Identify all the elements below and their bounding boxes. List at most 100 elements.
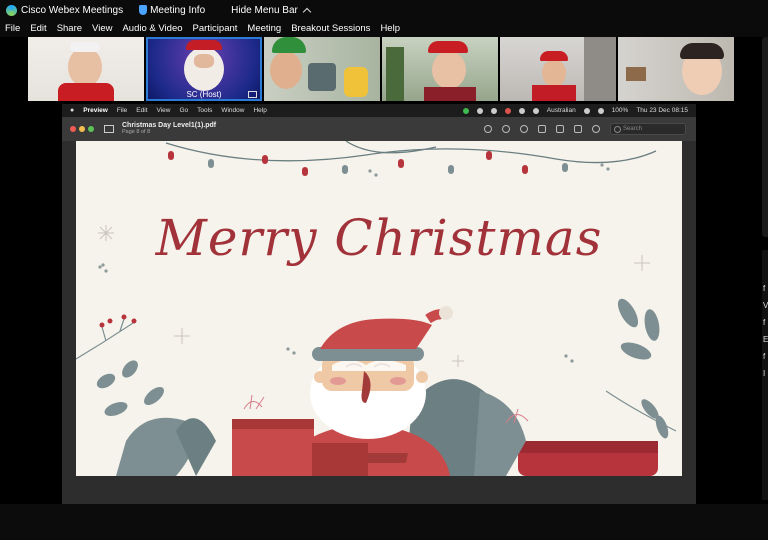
app-title: Cisco Webex Meetings (21, 4, 124, 16)
chat-glyph: f (763, 284, 766, 293)
meeting-info-button[interactable]: Meeting Info (139, 5, 205, 16)
zoom-window-icon[interactable] (88, 126, 94, 132)
webex-footer (0, 504, 768, 540)
pdf-slide: Merry Christmas (76, 141, 682, 476)
shield-icon (139, 5, 148, 15)
light-string (165, 142, 657, 164)
mac-menu-edit[interactable]: Edit (136, 107, 147, 114)
webex-menu-bar: File Edit Share View Audio & Video Parti… (0, 20, 768, 37)
preview-toolbar: Christmas Day Level1(1).pdf Page 8 of 8 … (62, 117, 696, 141)
participant-tile[interactable] (28, 37, 144, 101)
info-icon[interactable] (484, 125, 492, 133)
apple-icon[interactable]: ● (70, 107, 74, 114)
santa-stripes (312, 443, 368, 476)
mac-menu-preview[interactable]: Preview (83, 107, 108, 114)
participant-avatar (270, 51, 302, 89)
red-costume (58, 83, 114, 101)
menu-help[interactable]: Help (380, 23, 400, 34)
chat-glyph: f (763, 318, 766, 327)
right-branch (605, 390, 677, 432)
share-icon[interactable] (538, 125, 546, 133)
rotate-icon[interactable] (574, 125, 582, 133)
mac-menu-tools[interactable]: Tools (197, 107, 212, 114)
markup-pen-icon[interactable] (556, 125, 564, 133)
santa-hat (428, 41, 468, 53)
participant-tile[interactable] (500, 37, 616, 101)
info-icon[interactable] (518, 107, 525, 114)
menu-meeting[interactable]: Meeting (247, 23, 281, 34)
participant-tile[interactable] (618, 37, 734, 101)
chat-panel-text: f V f E f I (763, 280, 768, 382)
participant-avatar (542, 59, 566, 87)
toy-figure (344, 67, 368, 97)
background-plant (386, 47, 404, 101)
clock[interactable]: Thu 23 Dec 08:15 (636, 107, 688, 114)
minimize-window-icon[interactable] (79, 126, 85, 132)
webex-title-bar: Cisco Webex Meetings Meeting Info Hide M… (0, 0, 768, 20)
hair (680, 43, 724, 59)
document-title-group: Christmas Day Level1(1).pdf Page 8 of 8 (122, 122, 216, 135)
santa-ear (314, 371, 326, 383)
berry-branch (76, 318, 137, 360)
menu-file[interactable]: File (5, 23, 20, 34)
participant-tile[interactable] (382, 37, 498, 101)
mac-status-area: Australian 100% Thu 23 Dec 08:15 (462, 107, 688, 114)
background-window (584, 37, 616, 101)
light-string (345, 141, 437, 154)
santa-hat (320, 318, 432, 349)
webex-logo-icon (6, 4, 17, 16)
menu-audio-video[interactable]: Audio & Video (122, 23, 182, 34)
chat-glyph: f (763, 352, 766, 361)
status-app-icon[interactable] (462, 107, 469, 114)
santa-cheek (330, 377, 346, 385)
chat-glyph: V (763, 301, 768, 310)
app-title-group: Cisco Webex Meetings (6, 4, 124, 16)
santa-face (194, 54, 214, 68)
chat-glyph: E (763, 335, 768, 344)
mac-menu-file[interactable]: File (117, 107, 127, 114)
hide-menu-bar-button[interactable]: Hide Menu Bar (231, 4, 312, 16)
sync-icon[interactable] (490, 107, 497, 114)
sidebar-toggle-icon[interactable] (104, 125, 114, 133)
security-icon[interactable] (504, 107, 511, 114)
chevron-up-icon (302, 7, 312, 16)
wifi-icon[interactable] (597, 107, 604, 114)
background-shelf (308, 63, 336, 91)
mac-menu-help[interactable]: Help (253, 107, 266, 114)
bluetooth-icon[interactable] (583, 107, 590, 114)
hide-menu-bar-label: Hide Menu Bar (231, 4, 298, 16)
right-leaves (617, 298, 669, 439)
participant-avatar (68, 47, 102, 87)
meeting-info-label: Meeting Info (150, 4, 206, 16)
window-controls (70, 126, 94, 132)
menu-view[interactable]: View (92, 23, 112, 34)
red-berries (99, 314, 137, 328)
zoom-out-icon[interactable] (502, 125, 510, 133)
cloud-icon[interactable] (476, 107, 483, 114)
participant-tile-host[interactable]: SC (Host) (146, 37, 262, 101)
menu-breakout-sessions[interactable]: Breakout Sessions (291, 23, 370, 34)
chat-glyph: I (763, 369, 766, 378)
volume-icon[interactable] (532, 107, 539, 114)
menu-edit[interactable]: Edit (30, 23, 46, 34)
santa-hat-trim (70, 42, 100, 52)
battery-level[interactable]: 100% (612, 107, 629, 114)
participant-tile[interactable] (264, 37, 380, 101)
search-input[interactable]: Search (610, 123, 686, 135)
zoom-in-icon[interactable] (520, 125, 528, 133)
background-frame (626, 67, 646, 81)
input-source[interactable]: Australian (547, 107, 576, 114)
preview-bottom-area (62, 476, 696, 504)
santa-hat (186, 40, 222, 50)
right-panel-edge[interactable] (762, 37, 768, 237)
mac-menu-go[interactable]: Go (179, 107, 188, 114)
annotate-icon[interactable] (592, 125, 600, 133)
menu-participant[interactable]: Participant (193, 23, 238, 34)
gift-box-right-lid (518, 441, 658, 453)
mac-menu-view[interactable]: View (157, 107, 171, 114)
santa-cheek (390, 377, 406, 385)
mac-menu-window[interactable]: Window (221, 107, 244, 114)
slide-illustration (76, 141, 677, 476)
menu-share[interactable]: Share (57, 23, 82, 34)
close-window-icon[interactable] (70, 126, 76, 132)
